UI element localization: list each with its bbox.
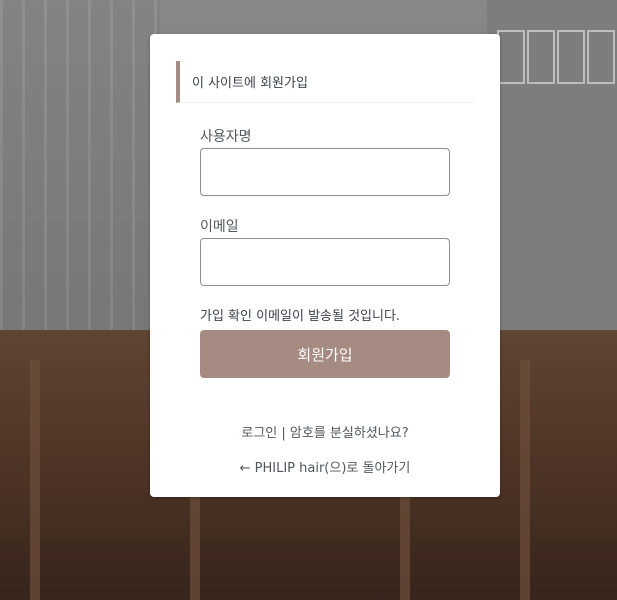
login-link[interactable]: 로그인 bbox=[241, 426, 277, 441]
email-label: 이메일 bbox=[200, 219, 239, 235]
email-input[interactable] bbox=[200, 238, 450, 286]
link-separator: | bbox=[277, 426, 290, 441]
back-link-row: ← PHILIP hair(으)로 돌아가기 bbox=[150, 457, 500, 476]
confirmation-note: 가입 확인 이메일이 발송될 것입니다. bbox=[200, 309, 401, 324]
register-button[interactable]: 회원가입 bbox=[200, 330, 450, 378]
nav-links: 로그인 | 암호를 분실하셨나요? bbox=[150, 422, 500, 441]
lost-password-link[interactable]: 암호를 분실하셨나요? bbox=[290, 426, 409, 441]
username-label: 사용자명 bbox=[200, 129, 252, 145]
back-to-site-link[interactable]: ← PHILIP hair(으)로 돌아가기 bbox=[240, 461, 411, 476]
username-input[interactable] bbox=[200, 148, 450, 196]
register-card: 이 사이트에 회원가입 사용자명 이메일 가입 확인 이메일이 발송될 것입니다… bbox=[150, 34, 500, 497]
register-message: 이 사이트에 회원가입 bbox=[176, 61, 474, 103]
